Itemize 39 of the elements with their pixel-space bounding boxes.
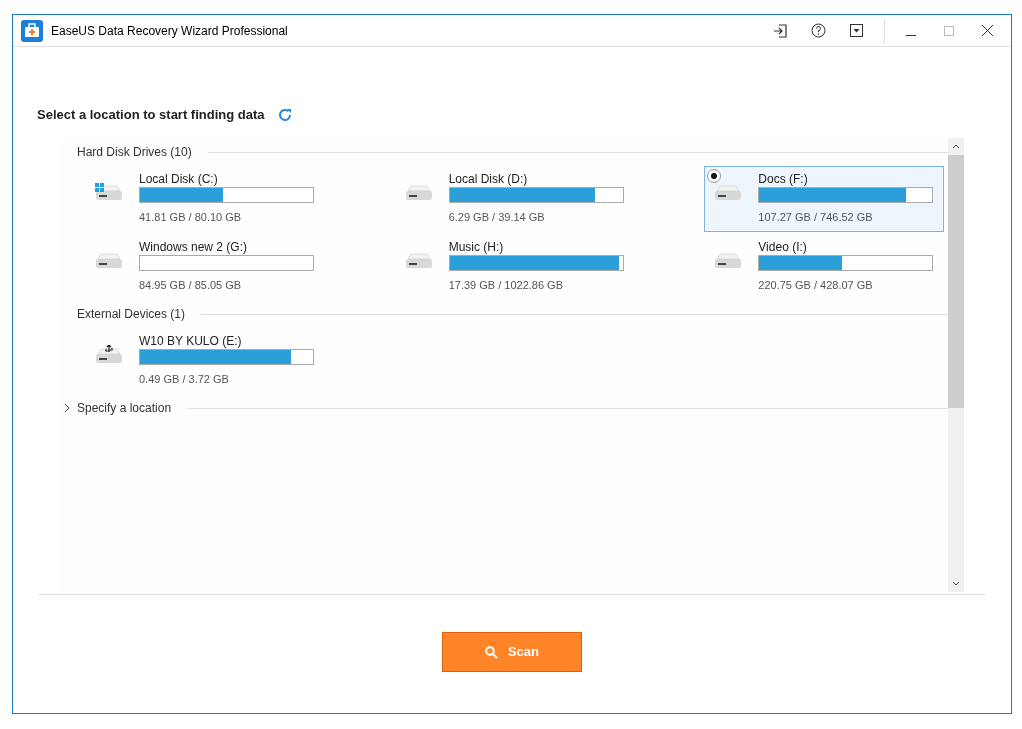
usage-text: 107.27 GB / 746.52 GB: [758, 210, 874, 225]
usb-drive-icon: [94, 345, 124, 363]
hard-drive-icon: [713, 183, 744, 201]
drive-item[interactable]: Local Disk (D:) 6.29 GB / 39.14 GB: [394, 166, 635, 232]
app-logo-icon: [21, 19, 43, 42]
drive-name: Music (H:): [448, 239, 505, 254]
group-label: External Devices (1): [77, 306, 186, 323]
drive-item[interactable]: Local Disk (C:) 41.81 GB / 80.10 GB: [85, 166, 325, 232]
section-heading: Select a location to start finding data: [37, 106, 265, 125]
window-title: EaseUS Data Recovery Wizard Professional: [51, 22, 288, 40]
specify-location-label[interactable]: Specify a location: [77, 399, 172, 417]
hard-drive-icon: [94, 251, 124, 269]
usage-text: 0.49 GB / 3.72 GB: [139, 372, 230, 387]
drive-name: Windows new 2 (G:): [139, 239, 249, 254]
scrollbar[interactable]: [948, 138, 964, 592]
hard-drive-icon: [403, 183, 434, 201]
drive-name: W10 BY KULO (E:): [139, 333, 243, 348]
drive-name: Local Disk (D:): [448, 171, 529, 186]
drive-item[interactable]: Windows new 2 (G:) 84.95 GB / 85.05 GB: [85, 234, 325, 300]
group-label: Hard Disk Drives (10): [77, 144, 192, 161]
drive-name: Local Disk (C:): [139, 171, 219, 186]
drive-name: Docs (F:): [758, 171, 809, 186]
usage-text: 17.39 GB / 1022.86 GB: [448, 278, 564, 293]
usage-text: 84.95 GB / 85.05 GB: [139, 278, 243, 293]
drive-item[interactable]: W10 BY KULO (E:) 0.49 GB / 3.72 GB: [85, 328, 325, 394]
drive-item[interactable]: Music (H:) 17.39 GB / 1022.86 GB: [394, 234, 635, 300]
usage-text: 220.75 GB / 428.07 GB: [758, 278, 874, 293]
help-icon[interactable]: [808, 20, 828, 41]
usage-text: 41.81 GB / 80.10 GB: [139, 210, 243, 225]
radio-icon: [707, 169, 722, 183]
drive-item[interactable]: Docs (F:) 107.27 GB / 746.52 GB: [704, 166, 944, 232]
hard-drive-icon: [713, 251, 744, 269]
drive-name: Video (I:): [758, 239, 808, 254]
hard-drive-icon: [403, 251, 434, 269]
usage-text: 6.29 GB / 39.14 GB: [448, 210, 546, 225]
refresh-icon[interactable]: [276, 107, 293, 123]
search-icon: [484, 645, 498, 659]
drive-item[interactable]: Video (I:) 220.75 GB / 428.07 GB: [704, 234, 944, 300]
system-drive-icon: [94, 183, 124, 201]
